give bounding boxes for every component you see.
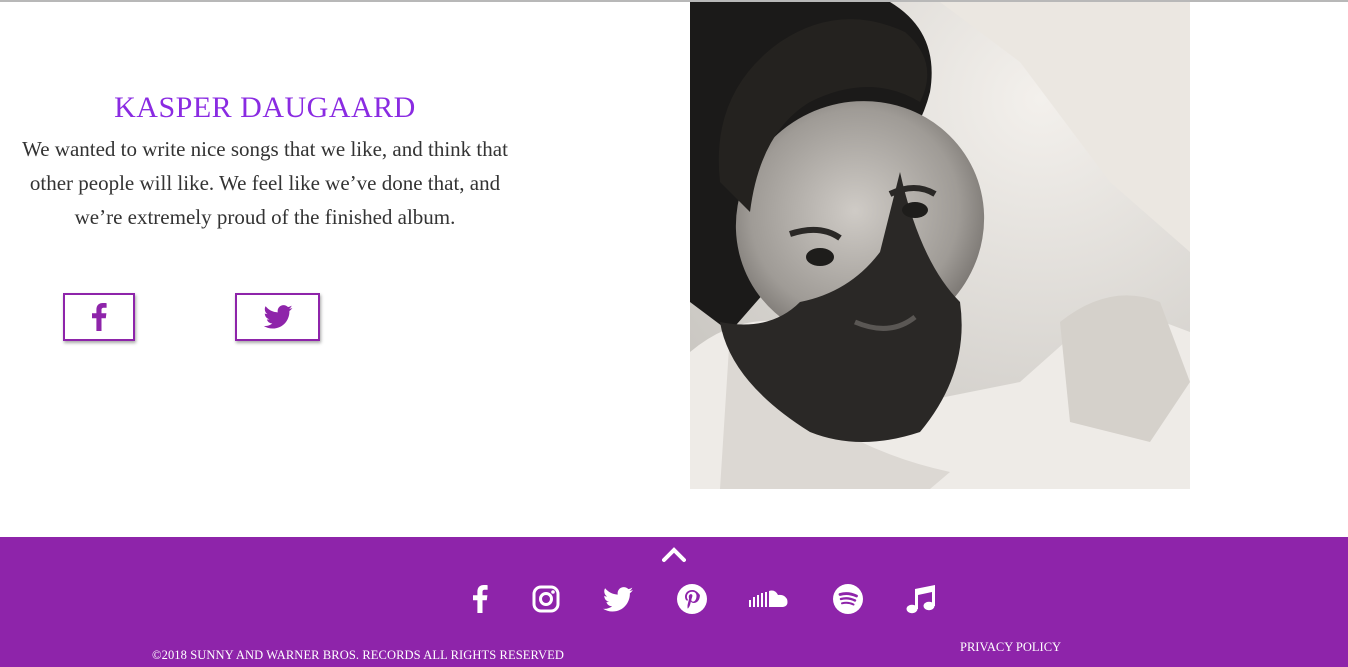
artist-bio: KASPER DAUGAARD We wanted to write nice … (10, 88, 520, 234)
artist-portrait (690, 2, 1190, 489)
copyright-text: ©2018 SUNNY AND WARNER BROS. RECORDS ALL… (152, 648, 564, 662)
music-note-icon (906, 585, 935, 614)
artist-name: KASPER DAUGAARD (114, 91, 416, 124)
twitter-icon (263, 305, 292, 329)
pinterest-icon (677, 584, 707, 614)
footer-twitter-link[interactable] (602, 582, 634, 616)
artist-quote: We wanted to write nice songs that we li… (22, 137, 508, 229)
chevron-up-icon (662, 547, 686, 562)
facebook-icon (473, 585, 488, 613)
soundcloud-icon (749, 590, 788, 607)
portrait-image (690, 2, 1190, 489)
footer-pinterest-link[interactable] (676, 582, 708, 616)
footer-spotify-link[interactable] (832, 582, 864, 616)
facebook-icon (92, 303, 107, 331)
facebook-button[interactable] (63, 293, 135, 341)
back-to-top-button[interactable] (662, 545, 686, 563)
footer-music-link[interactable] (904, 582, 938, 616)
privacy-policy-link[interactable]: PRIVACY POLICY (960, 640, 1061, 655)
footer-instagram-link[interactable] (531, 582, 561, 616)
footer-soundcloud-link[interactable] (748, 582, 790, 616)
instagram-icon (532, 585, 560, 613)
footer-social-icons (0, 582, 1348, 616)
twitter-button[interactable] (235, 293, 320, 341)
spotify-icon (833, 584, 863, 614)
twitter-icon (603, 586, 633, 611)
footer-facebook-link[interactable] (468, 582, 492, 616)
site-footer: ©2018 SUNNY AND WARNER BROS. RECORDS ALL… (0, 537, 1348, 667)
